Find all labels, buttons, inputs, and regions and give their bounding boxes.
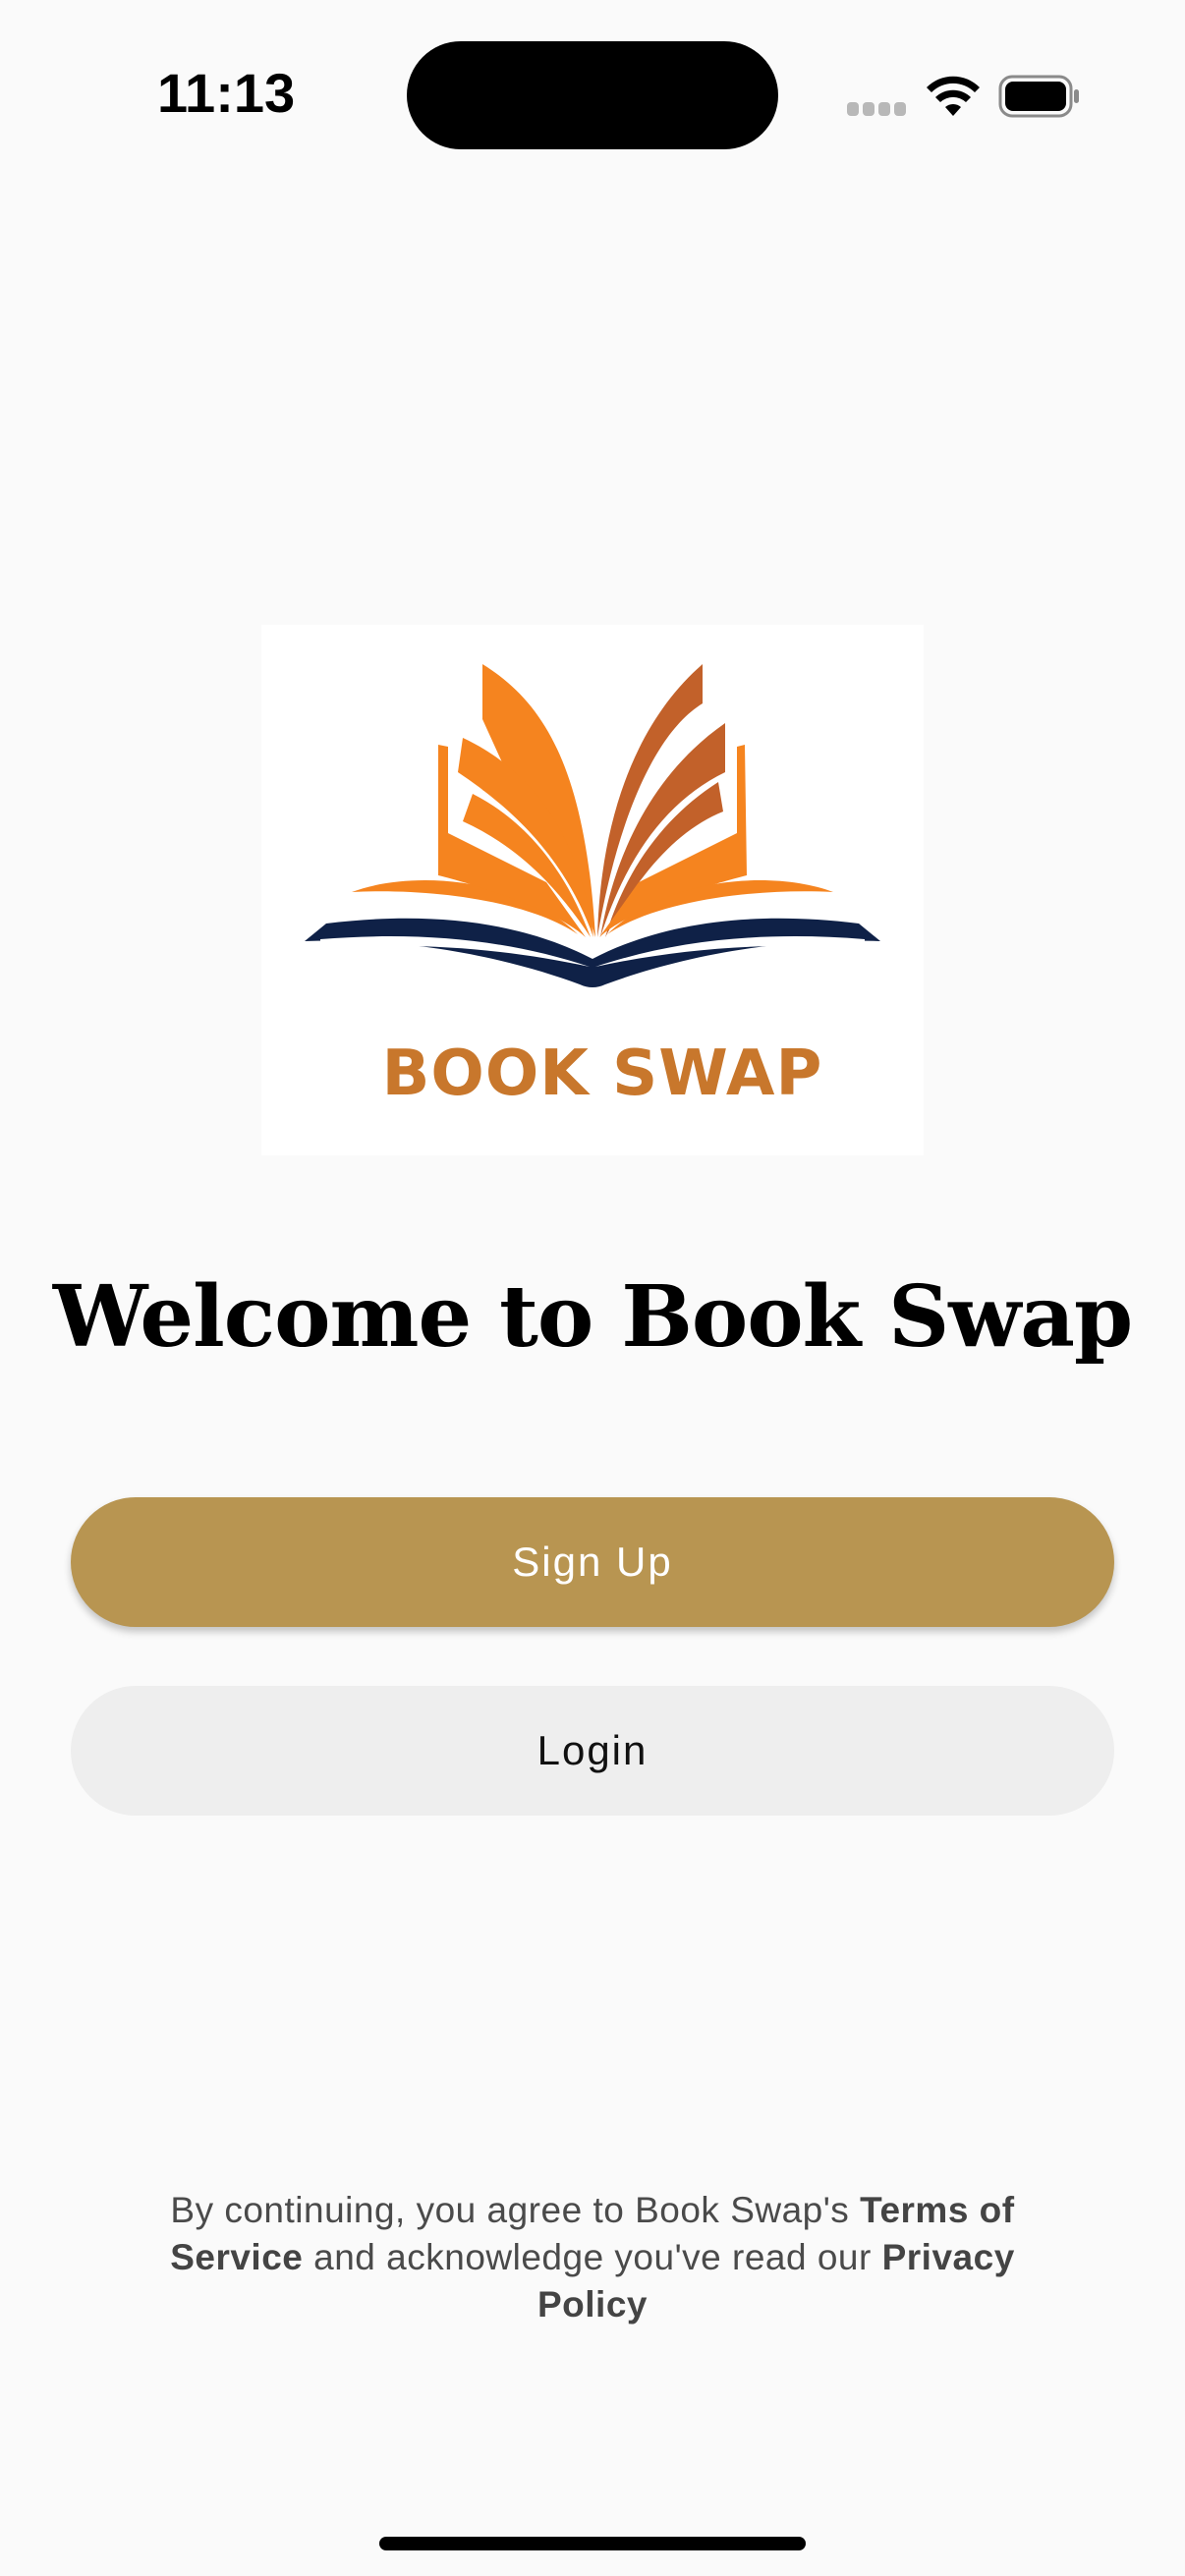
sign-up-button-label: Sign Up — [512, 1539, 673, 1585]
logo-wordmark: BOOK SWAP — [381, 1037, 823, 1110]
page-title: Welcome to Book Swap — [52, 1267, 1133, 1367]
legal-middle-text: and acknowledge you've read our — [303, 2237, 882, 2277]
book-swap-logo: BOOK SWAP — [261, 625, 924, 1155]
legal-prefix-text: By continuing, you agree to Book Swap's — [170, 2190, 861, 2230]
battery-icon — [998, 75, 1079, 118]
home-indicator[interactable] — [379, 2537, 806, 2550]
dynamic-island — [407, 41, 778, 149]
open-book-icon — [305, 664, 880, 987]
status-time: 11:13 — [157, 62, 296, 124]
login-button-label: Login — [536, 1727, 649, 1773]
sign-up-button[interactable]: Sign Up — [71, 1497, 1114, 1627]
wifi-icon — [927, 76, 980, 116]
login-button[interactable]: Login — [71, 1686, 1114, 1816]
legal-disclaimer: By continuing, you agree to Book Swap's … — [147, 2187, 1038, 2328]
cellular-signal-icon — [847, 102, 908, 116]
